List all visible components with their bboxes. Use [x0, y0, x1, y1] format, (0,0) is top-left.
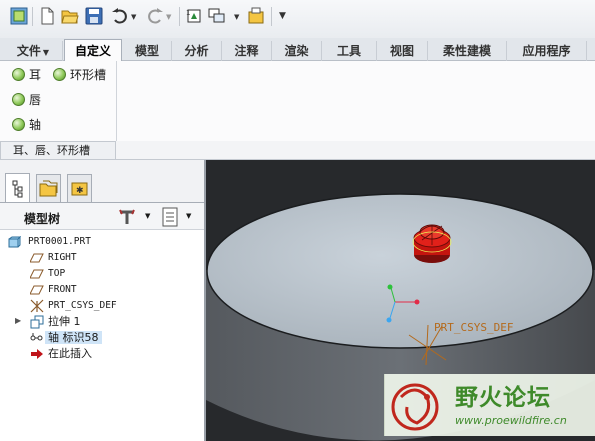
- tab-analysis[interactable]: 分析: [172, 41, 222, 61]
- insert-here-icon: [31, 349, 43, 359]
- tab-model[interactable]: 模型: [123, 41, 172, 61]
- watermark-logo: [391, 383, 439, 431]
- svg-text:1: 1: [186, 9, 190, 17]
- green-ball-icon: [12, 68, 25, 81]
- tab-annotate[interactable]: 注释: [222, 41, 272, 61]
- tree-node-shaft[interactable]: 轴 标识58: [30, 330, 102, 346]
- tab-render[interactable]: 渲染: [272, 41, 322, 61]
- tree-node-right[interactable]: RIGHT: [30, 250, 77, 266]
- group-label[interactable]: 耳、唇、环形槽: [0, 141, 116, 160]
- folder-browser-icon: [39, 180, 58, 197]
- open-folder-icon[interactable]: [61, 7, 79, 25]
- tree-node-extrude[interactable]: 拉伸 1: [30, 314, 81, 330]
- customize-toolbar-icon[interactable]: ▼: [279, 11, 286, 21]
- regenerate-icon[interactable]: 1: [185, 7, 203, 25]
- green-ball-icon: [53, 68, 66, 81]
- save-icon[interactable]: [85, 7, 103, 25]
- tree-node-top[interactable]: TOP: [30, 266, 65, 282]
- csys-icon: [30, 299, 44, 313]
- tree-settings-dropdown-icon[interactable]: ▼: [145, 212, 150, 220]
- datum-plane-icon: [30, 253, 44, 263]
- annular-groove-button[interactable]: 环形槽: [53, 66, 106, 84]
- svg-text:✱: ✱: [76, 186, 84, 196]
- new-file-icon[interactable]: [38, 7, 56, 25]
- close-window-icon[interactable]: [247, 7, 265, 25]
- green-ball-icon: [12, 93, 25, 106]
- watermark-url: www.proewildfire.cn: [455, 414, 567, 427]
- quick-access-toolbar: ▼ ▼ 1 ▼ ▼: [0, 0, 595, 38]
- green-ball-icon: [12, 118, 25, 131]
- expand-arrow-icon[interactable]: ▶: [15, 316, 21, 325]
- tab-tools[interactable]: 工具: [322, 41, 377, 61]
- datum-plane-icon: [30, 285, 44, 295]
- windows-icon[interactable]: [208, 7, 226, 25]
- chevron-down-icon: ▼: [42, 48, 50, 57]
- folder-browser-tab[interactable]: [36, 174, 61, 202]
- tree-node-insert-here[interactable]: 在此插入: [30, 346, 92, 362]
- tree-node-front[interactable]: FRONT: [30, 282, 77, 298]
- undo-dropdown-icon[interactable]: ▼: [131, 13, 136, 21]
- app-icon[interactable]: [10, 7, 28, 25]
- redo-icon[interactable]: [146, 7, 164, 25]
- tab-customize[interactable]: 自定义: [64, 39, 122, 62]
- tree-settings-icon[interactable]: [117, 208, 139, 226]
- shaft-button[interactable]: 轴: [12, 116, 41, 134]
- tab-view[interactable]: 视图: [377, 41, 428, 61]
- tree-columns-dropdown-icon[interactable]: ▼: [186, 212, 191, 220]
- extrude-icon: [30, 315, 44, 329]
- favorites-icon: ✱: [71, 182, 88, 196]
- favorites-tab[interactable]: ✱: [67, 174, 92, 202]
- model-tree-tab[interactable]: [5, 173, 30, 203]
- tree-node-part[interactable]: PRT0001.PRT: [8, 234, 91, 250]
- lip-button[interactable]: 唇: [12, 91, 41, 109]
- windows-dropdown-icon[interactable]: ▼: [234, 13, 239, 21]
- tab-file[interactable]: 文件 ▼: [4, 41, 63, 61]
- model-tree-title: 模型树: [24, 212, 61, 226]
- undo-icon[interactable]: [111, 7, 129, 25]
- shaft-icon: [30, 333, 43, 341]
- ear-button[interactable]: 耳: [12, 66, 41, 84]
- watermark-title: 野火论坛: [455, 385, 551, 411]
- part-icon: [8, 236, 21, 248]
- tree-node-csys[interactable]: PRT_CSYS_DEF: [30, 298, 117, 314]
- tab-applications[interactable]: 应用程序: [507, 41, 587, 61]
- ribbon-footer: [116, 141, 595, 160]
- tree-columns-icon[interactable]: [161, 207, 179, 227]
- ribbon-tab-bar: 文件 ▼ 自定义 模型 分析 注释 渲染 工具 视图 柔性建模 应用程序: [0, 38, 595, 62]
- model-tree-icon: [12, 180, 23, 198]
- datum-plane-icon: [30, 269, 44, 279]
- group-divider: [116, 61, 117, 141]
- tab-flexible-modeling[interactable]: 柔性建模: [428, 41, 507, 61]
- redo-dropdown-icon[interactable]: ▼: [166, 13, 171, 21]
- csys-label: PRT_CSYS_DEF: [434, 321, 513, 334]
- cylinder-top-face[interactable]: [206, 193, 594, 349]
